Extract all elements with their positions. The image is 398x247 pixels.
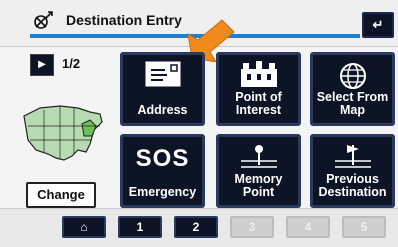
play-arrow-icon: ▶ [38, 59, 46, 70]
address-button[interactable]: Address [120, 52, 205, 126]
tab-1[interactable]: 1 [118, 216, 162, 238]
address-label: Address [137, 103, 188, 117]
map-pin-icon [240, 145, 277, 168]
globe-icon [339, 63, 366, 89]
memory-point-button[interactable]: Memory Point [216, 134, 301, 208]
next-page-button[interactable]: ▶ [30, 54, 54, 76]
building-icon [240, 61, 277, 87]
sos-emergency-button[interactable]: SOS Emergency [120, 134, 205, 208]
usa-map-icon [23, 105, 103, 161]
navigation-satellite-icon [34, 11, 53, 29]
change-region-button[interactable]: Change [26, 182, 96, 208]
memory-point-label: Memory Point [234, 172, 283, 199]
tab-4[interactable]: 4 [286, 216, 330, 238]
sos-label: SOS [135, 145, 190, 172]
tab-3[interactable]: 3 [230, 216, 274, 238]
point-of-interest-label: Point of Interest [235, 90, 282, 117]
page-indicator: 1/2 [62, 56, 81, 71]
select-from-map-button[interactable]: Select From Map [310, 52, 395, 126]
flag-icon [334, 145, 371, 168]
back-button[interactable]: ↵ [362, 12, 394, 38]
previous-destination-button[interactable]: Previous Destination [310, 134, 395, 208]
point-of-interest-button[interactable]: Point of Interest [216, 52, 301, 126]
destination-entry-screen: Destination Entry ↵ ▶ 1/2 Change Address [0, 0, 398, 247]
emergency-label: Emergency [128, 185, 197, 199]
select-from-map-label: Select From Map [316, 90, 389, 117]
page-title: Destination Entry [66, 12, 182, 28]
tab-5[interactable]: 5 [342, 216, 386, 238]
envelope-icon [145, 61, 180, 87]
tab-home[interactable]: ⌂ [62, 216, 106, 238]
tab-2[interactable]: 2 [174, 216, 218, 238]
home-icon: ⌂ [80, 220, 88, 234]
previous-destination-label: Previous Destination [318, 172, 387, 199]
